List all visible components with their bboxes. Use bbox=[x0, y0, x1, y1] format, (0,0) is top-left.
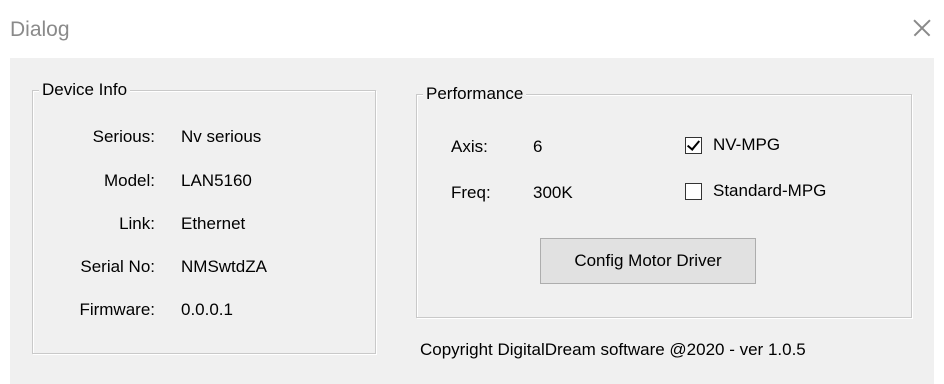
model-label: Model: bbox=[103, 171, 155, 190]
serial-no-value: NMSwtdZA bbox=[181, 257, 267, 276]
copyright-text: Copyright DigitalDream software @2020 - … bbox=[420, 340, 806, 359]
dialog-client-area: Device Info Serious: Nv serious Model: L… bbox=[10, 58, 934, 384]
link-label: Link: bbox=[119, 214, 155, 233]
device-info-legend: Device Info bbox=[39, 80, 131, 100]
performance-group: Performance Axis: 6 Freq: 300K NV-MPG St… bbox=[416, 84, 912, 318]
title-bar: Dialog bbox=[0, 0, 944, 58]
serious-label: Serious: bbox=[92, 127, 155, 146]
nv-mpg-label[interactable]: NV-MPG bbox=[713, 135, 780, 155]
nv-mpg-checkbox[interactable] bbox=[685, 137, 702, 154]
axis-label: Axis: bbox=[451, 137, 488, 156]
firmware-label: Firmware: bbox=[79, 300, 155, 319]
window-title: Dialog bbox=[10, 18, 70, 41]
close-icon[interactable] bbox=[908, 14, 936, 42]
device-info-group: Device Info Serious: Nv serious Model: L… bbox=[32, 80, 376, 354]
axis-value: 6 bbox=[533, 137, 543, 156]
freq-label: Freq: bbox=[451, 183, 491, 202]
standard-mpg-label[interactable]: Standard-MPG bbox=[713, 181, 826, 201]
link-value: Ethernet bbox=[181, 214, 246, 233]
model-value: LAN5160 bbox=[181, 171, 252, 190]
config-motor-driver-button[interactable]: Config Motor Driver bbox=[540, 238, 756, 284]
serial-no-label: Serial No: bbox=[80, 257, 155, 276]
performance-legend: Performance bbox=[423, 84, 527, 104]
serious-value: Nv serious bbox=[181, 127, 262, 146]
freq-value: 300K bbox=[533, 183, 573, 202]
standard-mpg-checkbox[interactable] bbox=[685, 183, 702, 200]
firmware-value: 0.0.0.1 bbox=[181, 300, 233, 319]
